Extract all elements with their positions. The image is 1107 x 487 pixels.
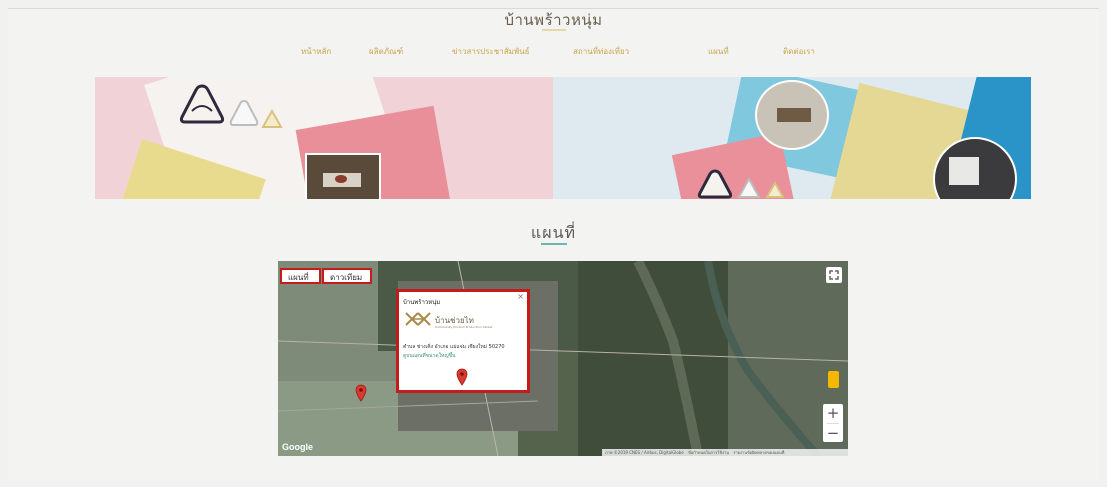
info-window-close-icon[interactable]: × — [517, 292, 524, 301]
map-type-roadmap-button[interactable]: แผนที่ — [280, 268, 321, 284]
fullscreen-button[interactable] — [826, 267, 842, 283]
google-map[interactable]: Google — [278, 261, 848, 456]
banner-photo-circle-1 — [755, 80, 829, 150]
nav-item-contact[interactable]: ติดต่อเรา — [783, 45, 815, 58]
product-logo-light-icon — [229, 99, 259, 126]
map-type-satellite-button[interactable]: ดาวเทียม — [322, 268, 372, 284]
nav-item-home[interactable]: หน้าหลัก — [301, 45, 331, 58]
product-logo-gold-icon — [261, 109, 283, 128]
map-report-error-link[interactable]: รายงานข้อผิดพลาดของแผนที่ — [733, 450, 784, 455]
street-view-pegman-icon[interactable] — [828, 371, 839, 388]
map-imagery-credit: ภาพ ©2019 CNES / Airbus, DigitalGlobe — [605, 450, 684, 455]
product-logo-light-right-icon — [737, 177, 761, 198]
info-window-title: บ้านพร้าวหนุ่ม — [403, 299, 441, 306]
product-logo-gold-right-icon — [765, 181, 785, 198]
info-window-address: ตำบล ช่างเคิ่ง อำเภอ แม่แจ่ม เชียงใหม่ 5… — [403, 344, 505, 350]
satellite-imagery[interactable] — [278, 261, 848, 456]
nav-item-attractions[interactable]: สถานที่ท่องเที่ยว — [573, 45, 629, 58]
info-window-larger-map-link[interactable]: ดูบนแผนที่ขนาดใหญ่ขึ้น — [403, 352, 455, 360]
map-attribution-bar: ภาพ ©2019 CNES / Airbus, DigitalGlobe ข้… — [602, 449, 848, 456]
zoom-control: + − — [823, 404, 843, 442]
map-terms-link[interactable]: ข้อกำหนดในการใช้งาน — [688, 450, 729, 455]
nav-item-news[interactable]: ข่าวสารประชาสัมพันธ์ — [452, 45, 530, 58]
info-window-logo-subtitle: Community Product Production Center — [435, 325, 493, 329]
map-marker-selected-icon[interactable] — [456, 368, 468, 386]
banner-left-panel — [95, 77, 553, 199]
banner-photo-living-room — [305, 153, 381, 199]
hero-banner — [95, 77, 1031, 199]
zoom-in-button[interactable]: + — [823, 404, 843, 422]
fullscreen-icon — [829, 270, 839, 280]
community-logo-icon — [405, 312, 431, 326]
product-logo-dark-icon — [179, 84, 225, 124]
zoom-out-button[interactable]: − — [823, 424, 843, 442]
map-section-underline — [541, 243, 567, 245]
google-logo[interactable]: Google — [282, 442, 313, 452]
title-underline — [542, 29, 566, 31]
product-logo-dark-right-icon — [697, 169, 733, 199]
main-nav: หน้าหลัก ผลิตภัณฑ์ ข่าวสารประชาสัมพันธ์ … — [0, 45, 1107, 61]
nav-item-products[interactable]: ผลิตภัณฑ์ — [369, 45, 403, 58]
map-marker-icon[interactable] — [355, 384, 367, 402]
banner-right-panel — [553, 77, 1031, 199]
nav-item-map[interactable]: แผนที่ — [708, 45, 729, 58]
